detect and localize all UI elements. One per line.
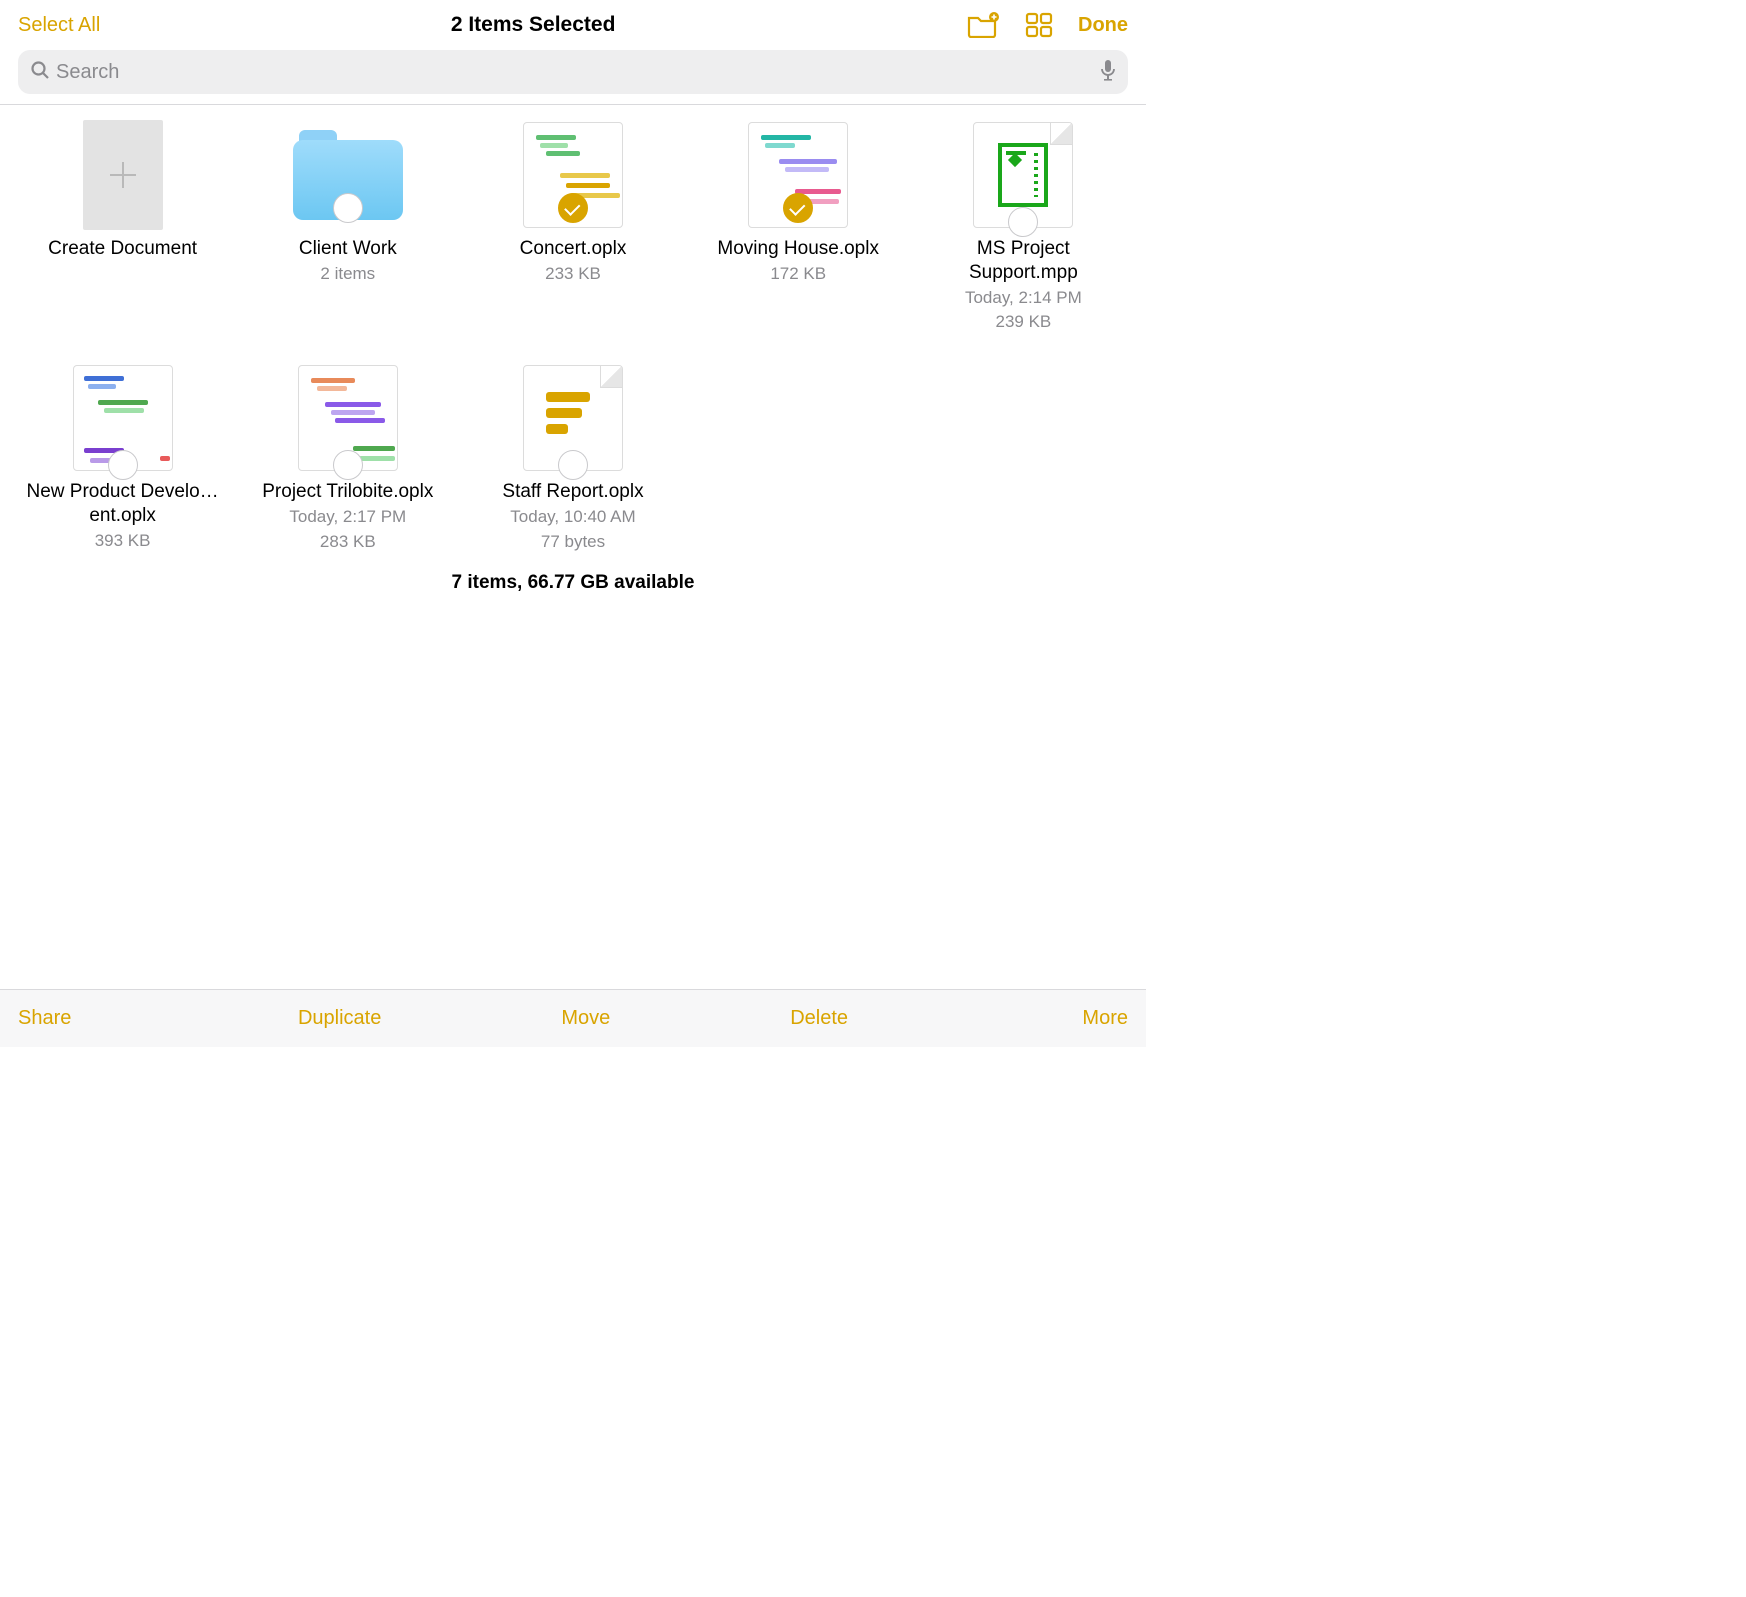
view-grid-icon[interactable] <box>1022 10 1056 40</box>
file-meta-2: 283 KB <box>320 531 376 554</box>
create-document-button[interactable]: Create Document <box>10 115 235 338</box>
file-item-trilobite[interactable]: Project Trilobite.oplx Today, 2:17 PM 28… <box>235 358 460 558</box>
file-grid: Create Document Client Work 2 items <box>10 115 1136 558</box>
selection-indicator[interactable] <box>558 450 588 480</box>
top-bar: Select All 2 Items Selected Done <box>0 0 1146 46</box>
more-button[interactable]: More <box>1082 1007 1128 1029</box>
select-all-button[interactable]: Select All <box>18 14 100 37</box>
dictation-icon[interactable] <box>1100 59 1116 86</box>
file-meta: 2 items <box>320 263 375 286</box>
file-item-msproject[interactable]: MS Project Support.mpp Today, 2:14 PM 23… <box>911 115 1136 338</box>
status-bar: 7 items, 66.77 GB available <box>10 558 1136 612</box>
file-name: Moving House.oplx <box>717 237 879 261</box>
file-name: New Product Develo…ent.oplx <box>23 480 223 528</box>
file-meta: Today, 2:14 PM <box>965 287 1082 310</box>
selection-indicator[interactable] <box>1008 207 1038 237</box>
file-name: Staff Report.oplx <box>502 480 643 504</box>
duplicate-button[interactable]: Duplicate <box>298 1007 381 1030</box>
search-input[interactable] <box>56 61 1094 84</box>
selection-indicator[interactable] <box>108 450 138 480</box>
file-grid-area[interactable]: Create Document Client Work 2 items <box>0 105 1146 989</box>
done-button[interactable]: Done <box>1078 14 1128 37</box>
file-meta: Today, 2:17 PM <box>289 506 406 529</box>
file-item-client-work[interactable]: Client Work 2 items <box>235 115 460 338</box>
selection-indicator[interactable] <box>558 193 588 223</box>
create-document-label: Create Document <box>48 237 197 261</box>
file-meta-2: 77 bytes <box>541 531 605 554</box>
file-name: Client Work <box>299 237 397 261</box>
file-meta: 172 KB <box>770 263 826 286</box>
file-meta: Today, 10:40 AM <box>510 506 635 529</box>
app-root: Select All 2 Items Selected Done <box>0 0 1146 1047</box>
selection-indicator[interactable] <box>333 193 363 223</box>
file-name: Project Trilobite.oplx <box>262 480 433 504</box>
file-item-concert[interactable]: Concert.oplx 233 KB <box>460 115 685 338</box>
selection-indicator[interactable] <box>333 450 363 480</box>
search-icon <box>30 60 50 85</box>
report-icon <box>546 392 590 440</box>
file-item-moving-house[interactable]: Moving House.oplx 172 KB <box>686 115 911 338</box>
file-meta-2: 239 KB <box>996 311 1052 334</box>
move-button[interactable]: Move <box>561 1007 610 1030</box>
search-field[interactable] <box>18 50 1128 94</box>
file-name: MS Project Support.mpp <box>923 237 1123 285</box>
file-item-new-product[interactable]: New Product Develo…ent.oplx 393 KB <box>10 358 235 558</box>
delete-button[interactable]: Delete <box>790 1007 848 1030</box>
selection-indicator[interactable] <box>783 193 813 223</box>
bottom-toolbar: Share Duplicate Move Delete More <box>0 989 1146 1047</box>
page-title: 2 Items Selected <box>100 13 966 37</box>
msproject-icon <box>998 143 1048 207</box>
file-item-staff-report[interactable]: Staff Report.oplx Today, 10:40 AM 77 byt… <box>460 358 685 558</box>
share-button[interactable]: Share <box>18 1007 71 1029</box>
new-folder-icon[interactable] <box>966 10 1000 40</box>
file-meta: 233 KB <box>545 263 601 286</box>
file-meta: 393 KB <box>95 530 151 553</box>
search-container <box>0 46 1146 104</box>
file-name: Concert.oplx <box>520 237 627 261</box>
